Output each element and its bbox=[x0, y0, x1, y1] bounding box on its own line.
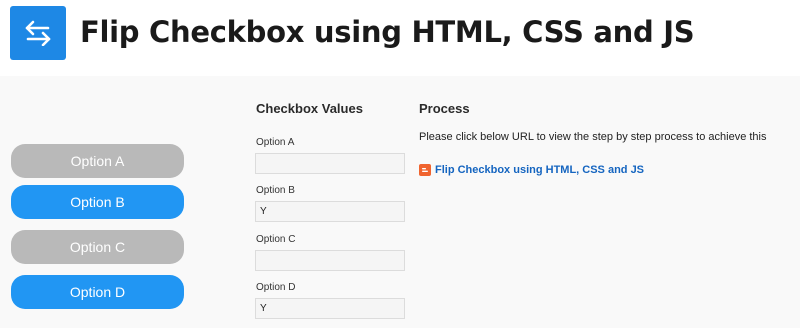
option-c-value-label: Option C bbox=[256, 234, 296, 245]
checkbox-values-heading: Checkbox Values bbox=[256, 101, 363, 116]
page-title: Flip Checkbox using HTML, CSS and JS bbox=[80, 15, 695, 49]
option-a-toggle[interactable]: Option A bbox=[11, 144, 184, 178]
process-heading: Process bbox=[419, 101, 470, 116]
option-d-toggle[interactable]: Option D bbox=[11, 275, 184, 309]
process-description: Please click below URL to view the step … bbox=[419, 131, 767, 143]
blogger-icon bbox=[419, 164, 431, 176]
option-a-value-field[interactable] bbox=[255, 153, 405, 174]
main-content: Option A Option B Option C Option D Chec… bbox=[0, 76, 800, 328]
option-c-toggle[interactable]: Option C bbox=[11, 230, 184, 264]
option-b-value-label: Option B bbox=[256, 185, 295, 196]
option-b-toggle[interactable]: Option B bbox=[11, 185, 184, 219]
option-d-value-field[interactable] bbox=[255, 298, 405, 319]
page-header: Flip Checkbox using HTML, CSS and JS bbox=[0, 0, 800, 70]
tutorial-link[interactable]: Flip Checkbox using HTML, CSS and JS bbox=[435, 164, 644, 176]
swap-arrows-icon bbox=[10, 6, 66, 60]
tutorial-link-row[interactable]: Flip Checkbox using HTML, CSS and JS bbox=[419, 164, 644, 176]
option-a-value-label: Option A bbox=[256, 137, 295, 148]
option-b-value-field[interactable] bbox=[255, 201, 405, 222]
option-d-value-label: Option D bbox=[256, 282, 296, 293]
option-c-value-field[interactable] bbox=[255, 250, 405, 271]
